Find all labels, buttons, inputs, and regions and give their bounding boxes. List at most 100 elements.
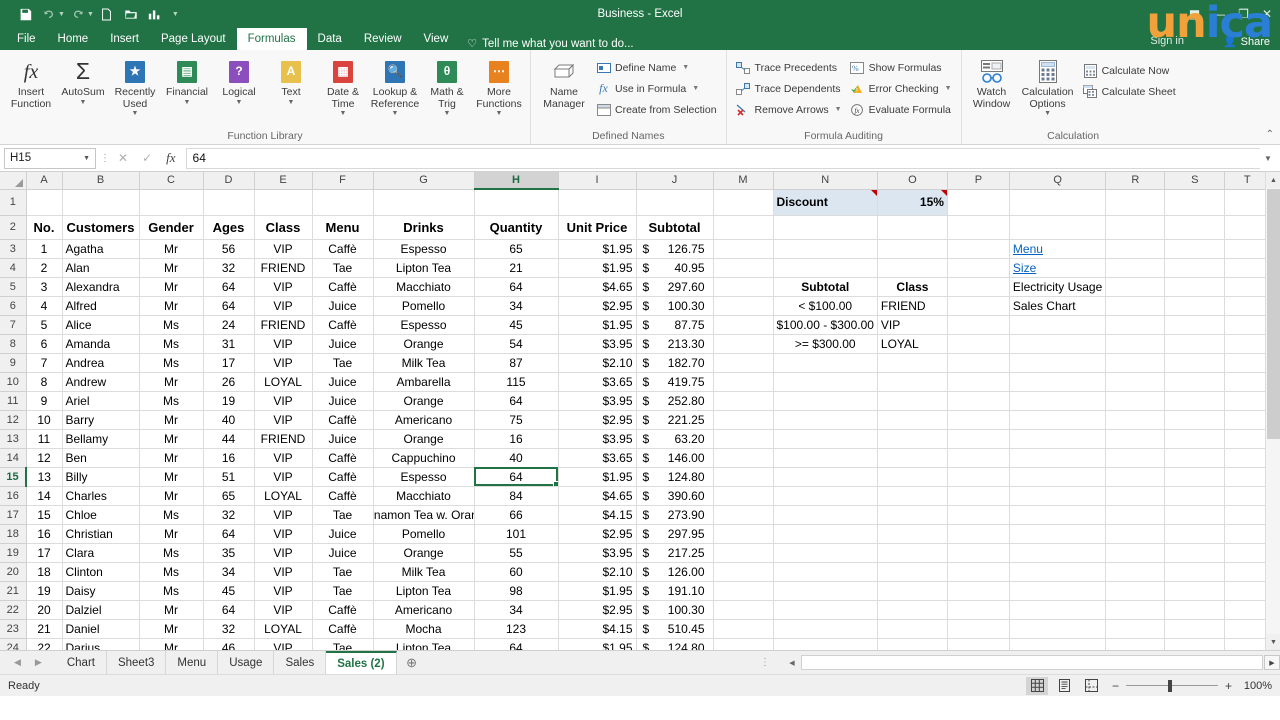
cell-customer[interactable]: Charles [62,486,140,506]
cell-age[interactable]: 35 [203,543,255,563]
row-header-14[interactable]: 14 [0,448,27,468]
cell-q-link[interactable]: Electricity Usage [1009,277,1107,297]
cell-q[interactable] [1009,562,1107,582]
cell-q[interactable] [1009,505,1107,525]
cell-no[interactable]: 3 [26,277,63,297]
cell-n[interactable] [773,581,878,601]
cell-customer[interactable]: Christian [62,524,140,544]
cell-menu[interactable]: Juice [312,372,374,392]
cell-o[interactable] [877,467,948,487]
column-header-D[interactable]: D [203,172,255,190]
header-customers[interactable]: Customers [62,215,140,240]
calculation-options-button[interactable]: Calculation Options ▼ [1017,54,1079,120]
cell-t[interactable] [1224,619,1271,639]
cell-unit-price[interactable]: $2.95 [558,296,637,316]
cell-subtotal[interactable]: $124.80 [636,638,714,650]
create-from-selection-button[interactable]: Create from Selection [592,99,721,120]
cell-n[interactable] [773,524,878,544]
cell-quantity[interactable]: 75 [474,410,559,430]
row-header-9[interactable]: 9 [0,353,27,373]
cell-t[interactable] [1224,505,1271,525]
cell-quantity[interactable]: 84 [474,486,559,506]
cell-class[interactable]: VIP [254,562,313,582]
cell-quantity[interactable]: 123 [474,619,559,639]
cell-gender[interactable]: Mr [139,486,204,506]
scroll-right-icon[interactable]: ▶ [1264,655,1280,670]
cell-p[interactable] [947,505,1010,525]
cell-unit-price[interactable]: $3.65 [558,448,637,468]
cell-o[interactable] [877,391,948,411]
cell-class[interactable]: FRIEND [254,258,313,278]
cell-customer[interactable]: Dalziel [62,600,140,620]
ribbon-display-options-icon[interactable]: ⬒ [1189,8,1200,20]
header-gender[interactable]: Gender [139,215,204,240]
cell-t[interactable] [1224,638,1271,650]
cell-no[interactable]: 9 [26,391,63,411]
cell-subtotal[interactable]: $252.80 [636,391,714,411]
cell-menu[interactable]: Juice [312,524,374,544]
cell-q[interactable] [1009,315,1107,335]
cell-customer[interactable]: Daniel [62,619,140,639]
cell-t[interactable] [1224,334,1271,354]
cell-m[interactable] [713,562,774,582]
share-button[interactable]: 👤 Share [1223,35,1270,49]
row-header-2[interactable]: 2 [0,215,27,240]
chart-icon[interactable] [144,3,166,25]
cell-subtotal[interactable]: $390.60 [636,486,714,506]
cell-p[interactable] [947,277,1010,297]
ribbon-tab-insert[interactable]: Insert [99,28,150,50]
cell-m[interactable] [713,619,774,639]
cell-quantity[interactable]: 45 [474,315,559,335]
header-ages[interactable]: Ages [203,215,255,240]
cell-p[interactable] [947,296,1010,316]
cell-q[interactable] [1009,391,1107,411]
cell-subtotal[interactable]: $510.45 [636,619,714,639]
cell-m[interactable] [713,448,774,468]
cell-no[interactable]: 12 [26,448,63,468]
chevron-down-icon[interactable]: ▼ [835,106,842,113]
cell-class[interactable]: VIP [254,277,313,297]
cell-age[interactable]: 19 [203,391,255,411]
cell-gender[interactable]: Mr [139,524,204,544]
cell-age[interactable]: 51 [203,467,255,487]
cell-menu[interactable]: Caffè [312,486,374,506]
cell-r[interactable] [1105,296,1166,316]
scroll-left-icon[interactable]: ◀ [784,654,800,671]
cell-unit-price[interactable]: $2.10 [558,562,637,582]
row-header-21[interactable]: 21 [0,581,27,601]
cell-drink[interactable]: Pomello [373,524,475,544]
cell-t[interactable] [1224,467,1271,487]
vertical-scrollbar[interactable]: ▲ ▼ [1265,172,1280,650]
chevron-down-icon[interactable]: ▼ [236,99,243,106]
cell-m[interactable] [713,543,774,563]
cell-age[interactable]: 44 [203,429,255,449]
cell-drink[interactable]: Espesso [373,315,475,335]
ribbon-tab-file[interactable]: File [6,28,47,50]
cell-class[interactable]: LOYAL [254,372,313,392]
row-header-24[interactable]: 24 [0,638,27,650]
ribbon-tab-data[interactable]: Data [307,28,353,50]
cell-no[interactable]: 2 [26,258,63,278]
row-header-8[interactable]: 8 [0,334,27,354]
chevron-down-icon[interactable]: ▼ [1044,110,1051,117]
cell-gender[interactable]: Ms [139,315,204,335]
cell-drink[interactable]: Orange [373,391,475,411]
chevron-down-icon[interactable]: ▼ [184,99,191,106]
column-header-R[interactable]: R [1105,172,1166,190]
cell-subtotal[interactable]: $40.95 [636,258,714,278]
cell-s[interactable] [1164,353,1226,373]
cell-gender[interactable]: Mr [139,448,204,468]
cell-q[interactable] [1009,410,1107,430]
cell-m[interactable] [713,524,774,544]
row-header-6[interactable]: 6 [0,296,27,316]
column-header-S[interactable]: S [1164,172,1226,190]
cell-t[interactable] [1224,315,1271,335]
cell-o[interactable] [877,448,948,468]
row-header-1[interactable]: 1 [0,189,27,216]
cell-r[interactable] [1105,524,1166,544]
cell-s[interactable] [1164,581,1226,601]
cell-r[interactable] [1105,277,1166,297]
cell-n[interactable] [773,448,878,468]
cell-unit-price[interactable]: $4.15 [558,619,637,639]
cell-r[interactable] [1105,258,1166,278]
